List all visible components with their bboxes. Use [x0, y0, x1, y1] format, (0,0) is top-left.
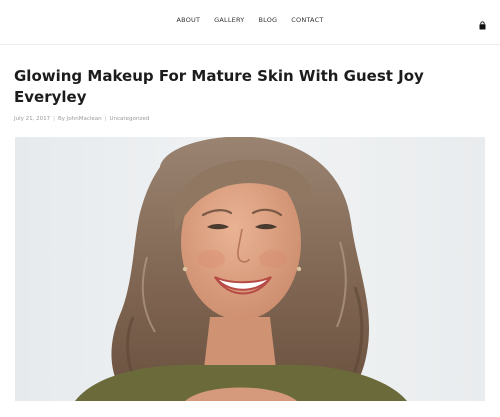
post-category[interactable]: Uncategorized	[110, 116, 150, 122]
post-title[interactable]: Glowing Makeup For Mature Skin With Gues…	[14, 66, 484, 108]
post-meta: July 21, 2017 | By JohnMaclean | Uncategoriz…	[14, 116, 484, 122]
top-navigation: ABOUT GALLERY BLOG CONTACT	[0, 0, 500, 45]
featured-image[interactable]	[15, 137, 485, 401]
post-author[interactable]: By JohnMaclean	[58, 116, 102, 122]
main-menu: ABOUT GALLERY BLOG CONTACT	[0, 16, 500, 24]
nav-blog[interactable]: BLOG	[258, 16, 277, 24]
portrait-illustration	[15, 137, 485, 401]
nav-contact[interactable]: CONTACT	[291, 16, 323, 24]
meta-separator: |	[53, 116, 55, 122]
nav-about[interactable]: ABOUT	[177, 16, 201, 24]
shopping-bag-icon[interactable]	[478, 17, 487, 30]
meta-separator: |	[104, 116, 107, 122]
post-date[interactable]: July 21, 2017	[14, 116, 50, 122]
nav-gallery[interactable]: GALLERY	[214, 16, 244, 24]
